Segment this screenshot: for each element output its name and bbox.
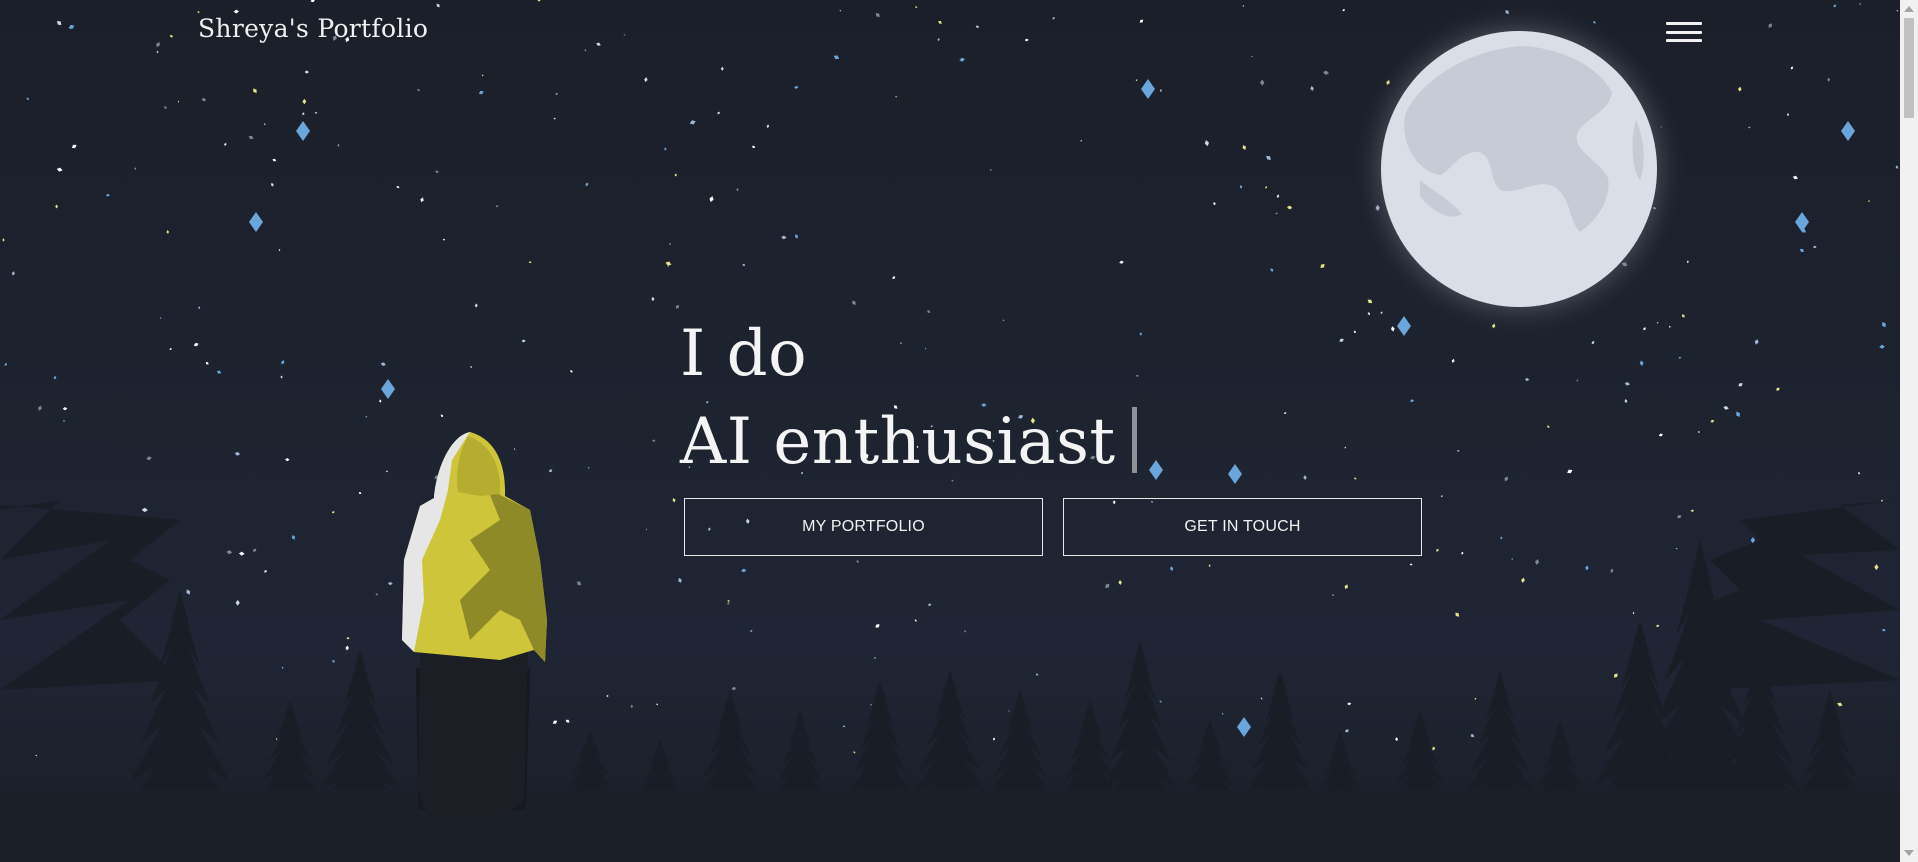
hamburger-menu-icon[interactable] [1666, 18, 1702, 46]
get-in-touch-button[interactable]: GET IN TOUCH [1063, 498, 1422, 556]
scroll-up-arrow-icon[interactable] [1904, 6, 1914, 12]
scroll-down-arrow-icon[interactable] [1904, 850, 1914, 856]
typing-caret [1131, 407, 1137, 473]
menu-bar [1666, 30, 1702, 34]
typed-role-text: AI enthusiast [680, 405, 1116, 479]
menu-bar [1666, 39, 1702, 42]
hero-line-1: I do [680, 317, 808, 391]
hero-heading: I do AI enthusiast [680, 310, 1137, 486]
brand-logo-link[interactable]: Shreya's Portfolio [198, 14, 428, 43]
page-scrollbar[interactable] [1900, 0, 1918, 862]
moon [1351, 1, 1687, 337]
scroll-thumb[interactable] [1904, 18, 1914, 118]
hero-line-2: AI enthusiast [680, 398, 1137, 486]
my-portfolio-button[interactable]: MY PORTFOLIO [684, 498, 1043, 556]
menu-bar [1666, 22, 1702, 25]
